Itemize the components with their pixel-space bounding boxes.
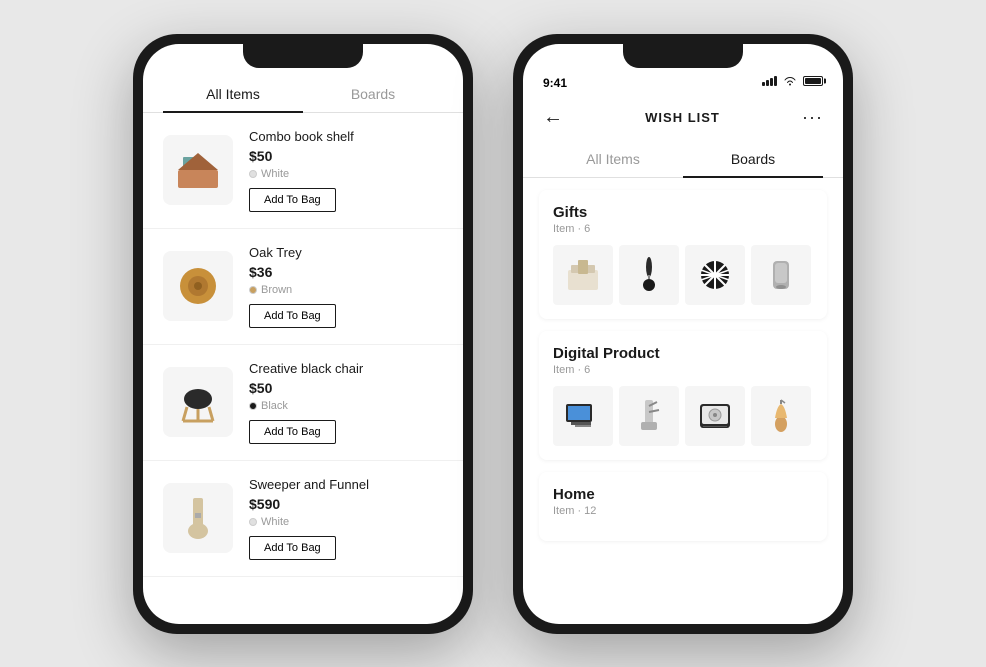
color-dot-3	[249, 518, 257, 526]
board-count-gifts: Item · 6	[553, 223, 813, 235]
product-item-2: Creative black chair $50 Black Add To Ba…	[143, 345, 463, 461]
product-name-0: Combo book shelf	[249, 129, 443, 144]
right-tabs: All Items Boards	[523, 141, 843, 178]
board-thumb-digital-3	[751, 386, 811, 446]
product-color-1: Brown	[249, 284, 443, 296]
product-name-2: Creative black chair	[249, 361, 443, 376]
product-color-3: White	[249, 516, 443, 528]
board-thumb-2	[685, 245, 745, 305]
product-item-0: Combo book shelf $50 White Add To Bag	[143, 113, 463, 229]
tab-boards-right[interactable]: Boards	[683, 141, 823, 177]
product-details-0: Combo book shelf $50 White Add To Bag	[249, 129, 443, 212]
product-item-1: Oak Trey $36 Brown Add To Bag	[143, 229, 463, 345]
board-count-home: Item · 12	[553, 505, 813, 517]
board-thumb-digital-1	[619, 386, 679, 446]
boards-list: Gifts Item · 6	[523, 178, 843, 624]
board-thumb-3	[751, 245, 811, 305]
left-tabs: All Items Boards	[143, 76, 463, 113]
board-thumb-0	[553, 245, 613, 305]
right-phone: 9:41	[513, 34, 853, 634]
left-phone: All Items Boards	[133, 34, 473, 634]
add-to-bag-btn-0[interactable]: Add To Bag	[249, 188, 336, 212]
color-dot-0	[249, 170, 257, 178]
more-button[interactable]: ···	[802, 107, 823, 128]
board-thumb-digital-0	[553, 386, 613, 446]
tab-all-items-left[interactable]: All Items	[163, 76, 303, 112]
product-price-1: $36	[249, 264, 443, 280]
notch-right	[623, 44, 743, 68]
signal-bars-icon	[762, 76, 777, 86]
board-item-home[interactable]: Home Item · 12	[539, 472, 827, 541]
product-list: Combo book shelf $50 White Add To Bag	[143, 113, 463, 603]
board-item-gifts[interactable]: Gifts Item · 6	[539, 190, 827, 319]
add-to-bag-btn-1[interactable]: Add To Bag	[249, 304, 336, 328]
status-time: 9:41	[543, 76, 567, 90]
add-to-bag-btn-2[interactable]: Add To Bag	[249, 420, 336, 444]
product-price-0: $50	[249, 148, 443, 164]
board-title-digital: Digital Product	[553, 345, 813, 362]
tab-boards-left[interactable]: Boards	[303, 76, 443, 112]
product-details-2: Creative black chair $50 Black Add To Ba…	[249, 361, 443, 444]
product-name-3: Sweeper and Funnel	[249, 477, 443, 492]
color-dot-2	[249, 402, 257, 410]
product-image-1	[163, 251, 233, 321]
board-item-digital[interactable]: Digital Product Item · 6	[539, 331, 827, 460]
add-to-bag-btn-3[interactable]: Add To Bag	[249, 536, 336, 560]
board-thumb-1	[619, 245, 679, 305]
page-title: WISH LIST	[645, 110, 720, 125]
product-price-3: $590	[249, 496, 443, 512]
product-image-0	[163, 135, 233, 205]
battery-icon	[803, 76, 823, 86]
color-dot-1	[249, 286, 257, 294]
back-button[interactable]: ←	[543, 106, 563, 129]
nav-bar: ← WISH LIST ···	[523, 98, 843, 141]
status-icons	[762, 76, 823, 86]
wifi-icon	[783, 76, 797, 86]
board-count-digital: Item · 6	[553, 364, 813, 376]
product-image-3	[163, 483, 233, 553]
product-color-2: Black	[249, 400, 443, 412]
tab-all-items-right[interactable]: All Items	[543, 141, 683, 177]
product-details-1: Oak Trey $36 Brown Add To Bag	[249, 245, 443, 328]
product-price-2: $50	[249, 380, 443, 396]
product-item-3: Sweeper and Funnel $590 White Add To Bag	[143, 461, 463, 577]
board-images-digital	[553, 386, 813, 446]
product-color-0: White	[249, 168, 443, 180]
product-name-1: Oak Trey	[249, 245, 443, 260]
product-details-3: Sweeper and Funnel $590 White Add To Bag	[249, 477, 443, 560]
notch-left	[243, 44, 363, 68]
board-thumb-digital-2	[685, 386, 745, 446]
product-image-2	[163, 367, 233, 437]
board-images-gifts	[553, 245, 813, 305]
board-title-home: Home	[553, 486, 813, 503]
board-title-gifts: Gifts	[553, 204, 813, 221]
